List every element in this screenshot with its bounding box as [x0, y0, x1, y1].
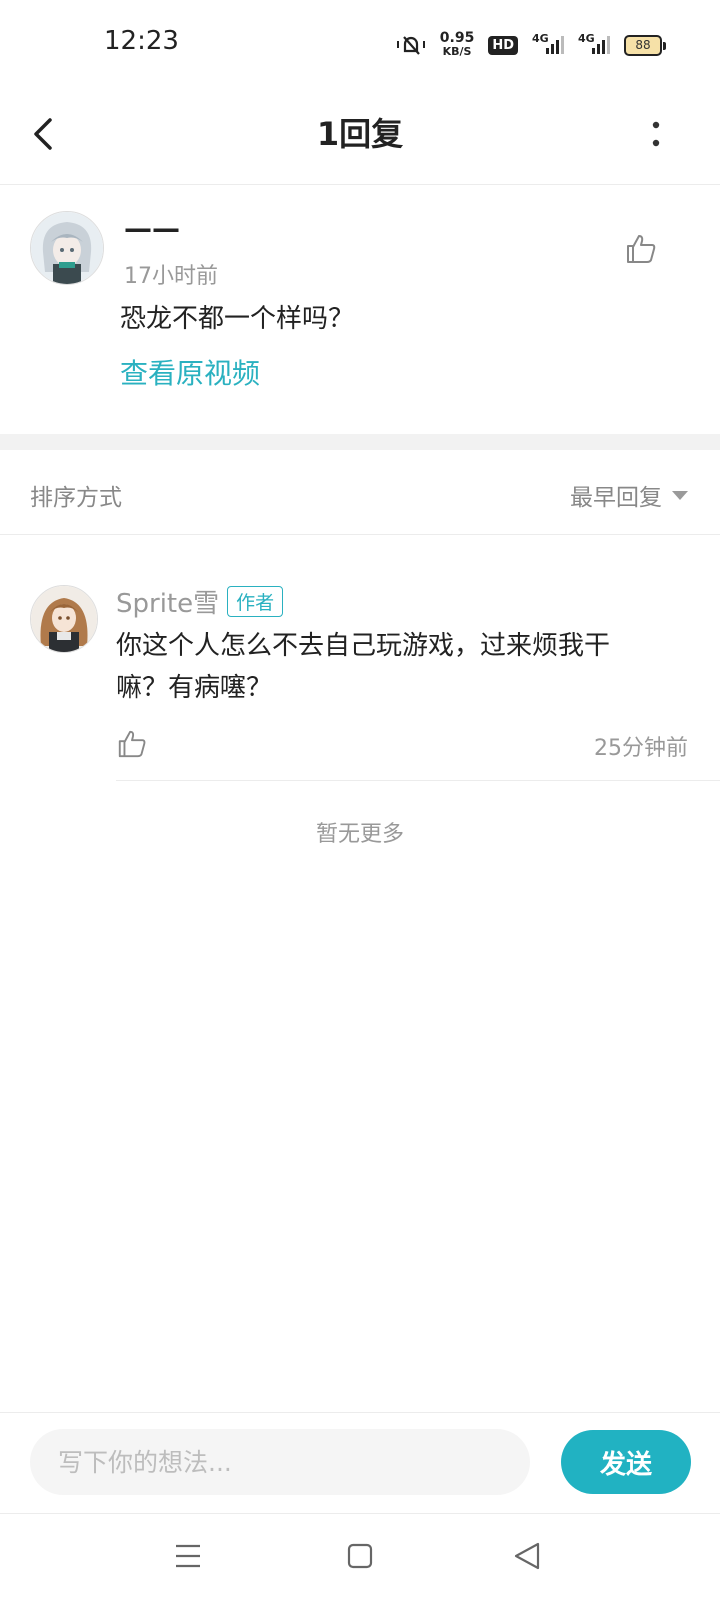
battery-icon: 88 [624, 34, 666, 56]
author-badge: 作者 [227, 586, 284, 617]
thumbs-up-icon [627, 235, 656, 263]
reply-text: 你这个人怎么不去自己玩游戏，过来烦我干嘛？有病噻？ [116, 631, 611, 703]
section-divider [0, 434, 720, 450]
comment-text: 恐龙不都一个样吗？ [120, 304, 355, 334]
home-button[interactable] [340, 1536, 380, 1576]
signal-label-2: 4G [578, 32, 595, 45]
page-title: 1回复 [316, 115, 404, 153]
reply-user: Sprite雪 作者 [116, 583, 284, 620]
view-original-video-link[interactable]: 查看原视频 [120, 352, 260, 392]
signal-icon-1: 4G [532, 32, 564, 54]
avatar-image-icon [31, 586, 97, 652]
comment-timestamp: 17小时前 [124, 264, 218, 289]
sort-bar: 排序方式 最早回复 [0, 450, 720, 535]
avatar[interactable] [30, 211, 104, 285]
original-comment [0, 185, 720, 434]
reply-divider [116, 780, 720, 781]
reply-like-button[interactable] [116, 728, 148, 760]
avatar-image-icon [31, 212, 103, 284]
status-icons: 0.95 KB/S HD 4G 4G 88 [396, 30, 666, 60]
reply-user-name[interactable]: Sprite雪 [116, 583, 219, 620]
caret-down-icon [672, 490, 688, 500]
comment-user-name[interactable]: —— [124, 212, 180, 245]
sort-dropdown[interactable]: 最早回复 [570, 478, 688, 512]
network-speed-unit: KB/S [442, 45, 472, 58]
signal-icon-2: 4G [578, 32, 610, 54]
hd-icon: HD [488, 35, 518, 55]
menu-button[interactable] [168, 1536, 208, 1576]
home-square-icon [347, 1543, 373, 1569]
sort-selected-value: 最早回复 [570, 485, 662, 511]
reply-avatar[interactable] [30, 585, 98, 653]
network-speed: 0.95 KB/S [439, 30, 475, 58]
more-vertical-icon [652, 121, 660, 147]
comment-like-button[interactable] [624, 232, 658, 266]
send-button[interactable]: 发送 [561, 1430, 691, 1494]
network-speed-value: 0.95 [439, 30, 475, 46]
back-nav-button[interactable] [508, 1536, 548, 1576]
sort-label: 排序方式 [30, 485, 122, 511]
comment-input-bar: 发送 [0, 1412, 720, 1513]
back-triangle-icon [514, 1542, 540, 1570]
no-more-label: 暂无更多 [315, 822, 404, 847]
more-options-button[interactable] [632, 110, 680, 158]
thumbs-up-icon [118, 730, 146, 758]
status-bar: 12:23 0.95 KB/S HD 4G 4G 88 [0, 0, 720, 84]
system-navigation-bar [0, 1513, 720, 1601]
reply-timestamp: 25分钟前 [594, 736, 688, 761]
menu-icon [176, 1544, 200, 1568]
vibrate-mute-icon [396, 36, 425, 55]
top-app-bar: 1回复 [0, 84, 720, 185]
comment-input[interactable] [30, 1429, 530, 1495]
signal-label-1: 4G [532, 32, 549, 45]
status-time: 12:23 [104, 26, 179, 56]
